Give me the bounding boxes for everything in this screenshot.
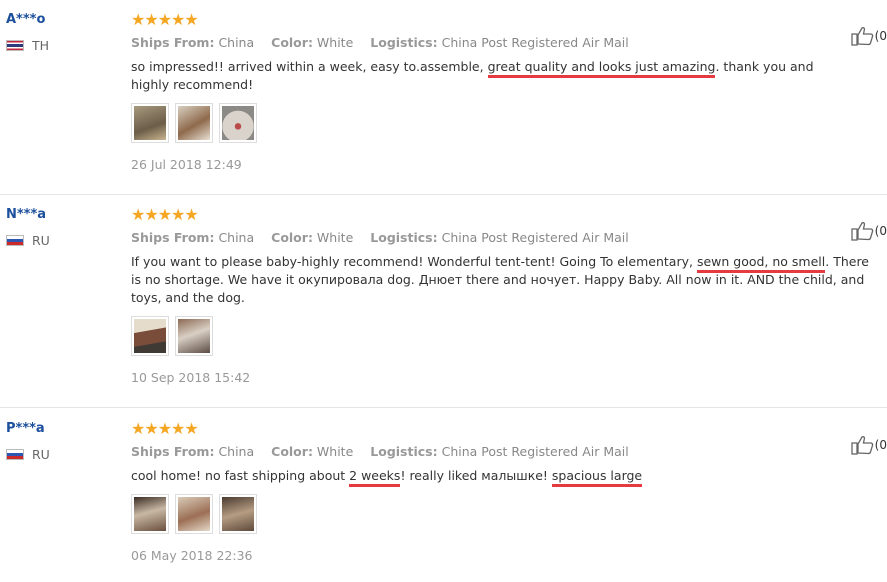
reviewer-info: N***a RU — [6, 207, 50, 248]
star-rating: ★★★★★ — [131, 10, 199, 29]
color-label: Color: — [271, 35, 313, 50]
review-photo-thumbnail[interactable] — [131, 316, 169, 356]
review-item: A***o TH ★★★★★ Ships From: China Color: … — [0, 12, 887, 192]
review-photos — [131, 316, 876, 356]
helpful-count: (0 — [874, 438, 887, 452]
review-photo-thumbnail[interactable] — [175, 494, 213, 534]
star-rating: ★★★★★ — [131, 205, 199, 224]
logistics-value: China Post Registered Air Mail — [441, 35, 629, 50]
logistics-value: China Post Registered Air Mail — [441, 444, 629, 459]
color-value: White — [316, 230, 354, 245]
review-text-part: so impressed!! arrived within a week, ea… — [131, 59, 488, 74]
color-label: Color: — [271, 444, 313, 459]
reviewer-info: A***o TH — [6, 12, 49, 53]
reviewer-country: TH — [6, 38, 49, 53]
review-photos — [131, 494, 876, 534]
star-rating: ★★★★★ — [131, 419, 199, 438]
flag-ru-icon — [6, 235, 24, 246]
flag-ru-icon — [6, 449, 24, 460]
country-code: TH — [32, 38, 50, 53]
review-text: If you want to please baby-highly recomm… — [131, 253, 876, 307]
helpful-button[interactable]: (0 — [851, 221, 887, 241]
logistics-label: Logistics: — [370, 230, 438, 245]
ships-from-value: China — [218, 35, 255, 50]
review-divider — [0, 407, 887, 408]
thumbs-up-icon — [851, 27, 873, 46]
review-text: so impressed!! arrived within a week, ea… — [131, 58, 831, 94]
highlighted-phrase: spacious large — [551, 468, 643, 487]
logistics-label: Logistics: — [370, 35, 438, 50]
color-value: White — [316, 444, 354, 459]
review-photo-thumbnail[interactable] — [219, 494, 257, 534]
helpful-button[interactable]: (0 — [851, 435, 887, 455]
highlighted-phrase: 2 weeks — [349, 468, 401, 487]
review-photo-thumbnail[interactable] — [219, 103, 257, 143]
review-text: cool home! no fast shipping about 2 week… — [131, 467, 876, 487]
review-photo-thumbnail[interactable] — [131, 494, 169, 534]
review-text-part: ! really liked малышке! — [400, 468, 552, 483]
ships-from-label: Ships From: — [131, 35, 215, 50]
review-text-part: cool home! no fast shipping about — [131, 468, 350, 483]
order-meta: Ships From: China Color: White Logistics… — [131, 230, 876, 245]
logistics-label: Logistics: — [370, 444, 438, 459]
reviewer-country: RU — [6, 233, 50, 248]
thumbs-up-icon — [851, 436, 873, 455]
review-date: 06 May 2018 22:36 — [131, 548, 253, 563]
highlighted-phrase: great quality and looks just amazing — [487, 59, 716, 78]
review-content: ★★★★★ Ships From: China Color: White Log… — [131, 421, 876, 563]
review-date: 26 Jul 2018 12:49 — [131, 157, 242, 172]
highlighted-phrase: sewn good, no smell — [696, 254, 826, 273]
review-photo-thumbnail[interactable] — [175, 103, 213, 143]
reviewer-country: RU — [6, 447, 50, 462]
order-meta: Ships From: China Color: White Logistics… — [131, 444, 876, 459]
reviewer-name[interactable]: N***a — [6, 207, 50, 222]
color-value: White — [316, 35, 354, 50]
thumbs-up-icon — [851, 222, 873, 241]
logistics-value: China Post Registered Air Mail — [441, 230, 629, 245]
helpful-button[interactable]: (0 — [851, 26, 887, 46]
flag-th-icon — [6, 40, 24, 51]
review-item: P***a RU ★★★★★ Ships From: China Color: … — [0, 421, 887, 581]
color-label: Color: — [271, 230, 313, 245]
review-content: ★★★★★ Ships From: China Color: White Log… — [131, 12, 876, 172]
country-code: RU — [32, 233, 50, 248]
helpful-count: (0 — [874, 224, 887, 238]
helpful-count: (0 — [874, 29, 887, 43]
review-text-part: If you want to please baby-highly recomm… — [131, 254, 697, 269]
ships-from-label: Ships From: — [131, 230, 215, 245]
ships-from-label: Ships From: — [131, 444, 215, 459]
review-photos — [131, 103, 876, 143]
review-photo-thumbnail[interactable] — [131, 103, 169, 143]
review-item: N***a RU ★★★★★ Ships From: China Color: … — [0, 207, 887, 397]
review-divider — [0, 194, 887, 195]
reviewer-info: P***a RU — [6, 421, 50, 462]
ships-from-value: China — [218, 230, 255, 245]
review-content: ★★★★★ Ships From: China Color: White Log… — [131, 207, 876, 385]
country-code: RU — [32, 447, 50, 462]
order-meta: Ships From: China Color: White Logistics… — [131, 35, 876, 50]
reviewer-name[interactable]: P***a — [6, 421, 50, 436]
review-photo-thumbnail[interactable] — [175, 316, 213, 356]
reviewer-name[interactable]: A***o — [6, 12, 49, 27]
review-date: 10 Sep 2018 15:42 — [131, 370, 251, 385]
ships-from-value: China — [218, 444, 255, 459]
